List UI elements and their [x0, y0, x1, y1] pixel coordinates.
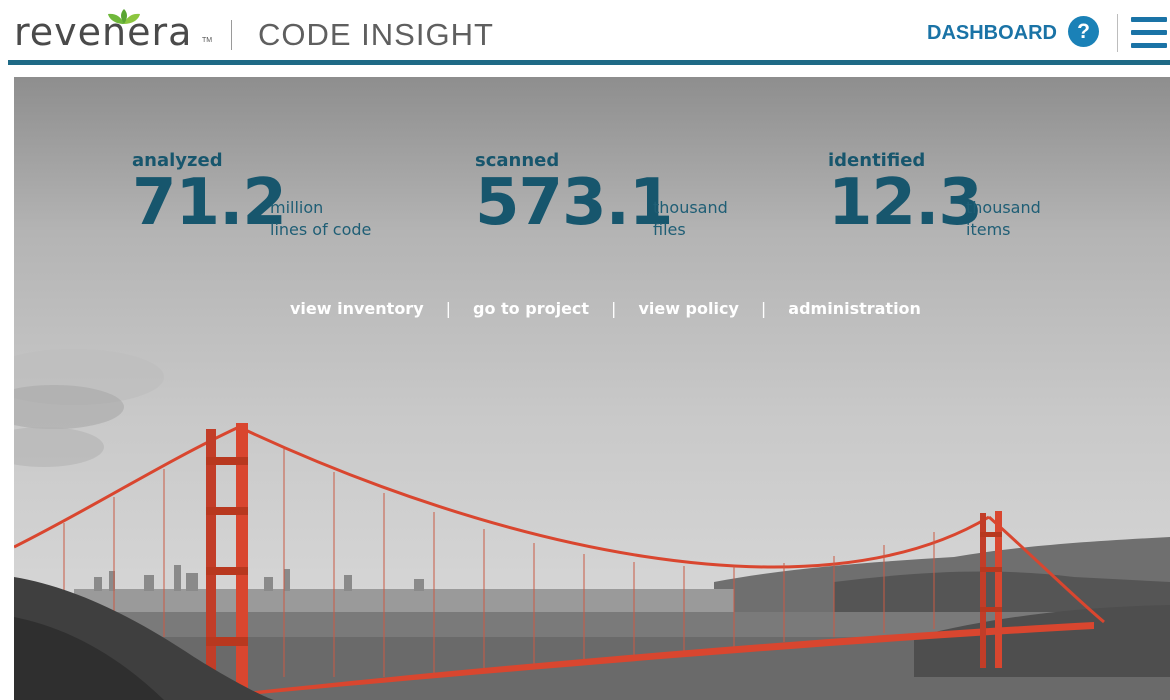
trademark-mark: TM [202, 37, 213, 44]
stat-value: 71.2 [132, 166, 287, 240]
hero-banner: analyzed 71.2 million lines of code scan… [14, 77, 1170, 700]
go-to-project-link[interactable]: go to project [473, 299, 589, 318]
nav-divider [1117, 14, 1118, 52]
administration-link[interactable]: administration [788, 299, 921, 318]
stat-value: 573.1 [475, 166, 673, 240]
help-icon[interactable]: ? [1068, 16, 1099, 47]
view-inventory-link[interactable]: view inventory [290, 299, 424, 318]
stat-unit-line1: thousand [966, 198, 1041, 217]
revenera-logo[interactable]: revenera [14, 8, 192, 56]
stat-analyzed: analyzed 71.2 million lines of code [132, 149, 432, 249]
link-separator: | [760, 298, 767, 318]
stat-unit-line2: items [966, 220, 1011, 239]
logo-text: revenera [14, 10, 193, 54]
stat-unit-line2: lines of code [270, 220, 372, 239]
stat-unit: thousand files [653, 197, 728, 241]
leaf-logo-icon [108, 9, 140, 24]
quick-links-nav: view inventory | go to project | view po… [290, 296, 921, 320]
stat-unit: million lines of code [270, 197, 371, 241]
stat-unit-line1: million [270, 198, 324, 217]
menu-icon[interactable] [1131, 17, 1167, 49]
link-separator: | [611, 298, 617, 318]
stat-unit: thousand items [966, 197, 1041, 241]
product-name: CODE INSIGHT [258, 17, 494, 52]
link-separator: | [445, 298, 452, 318]
stat-scanned: scanned 573.1 thousand files [475, 149, 775, 249]
logo-divider [231, 20, 232, 50]
stat-unit-line1: thousand [653, 198, 728, 217]
stat-unit-line2: files [653, 220, 686, 239]
view-policy-link[interactable]: view policy [638, 299, 738, 318]
stat-value: 12.3 [828, 166, 983, 240]
stat-identified: identified 12.3 thousand items [828, 149, 1128, 249]
top-header: revenera TM CODE INSIGHT DASHBOARD ? [0, 0, 1170, 66]
dashboard-link[interactable]: DASHBOARD [927, 20, 1057, 46]
header-rule [8, 60, 1170, 65]
